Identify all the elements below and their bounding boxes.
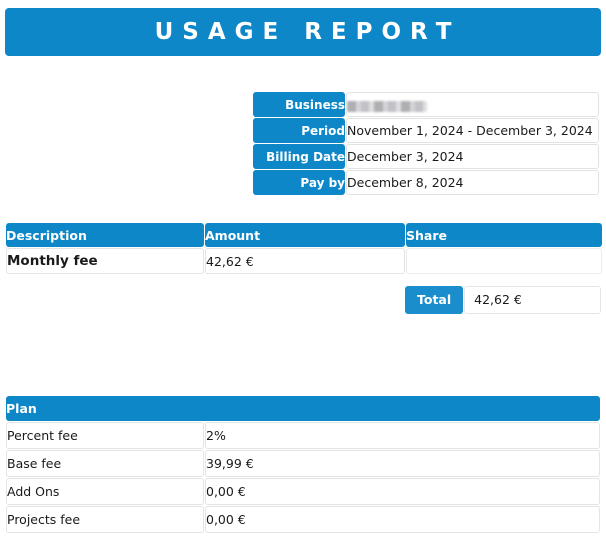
charges-total-row: Total 42,62 € xyxy=(405,286,601,314)
info-label-period: Period xyxy=(253,118,345,143)
plan-value-add-ons: 0,00 € xyxy=(205,478,600,505)
charges-cell-amount: 42,62 € xyxy=(205,248,405,274)
usage-report-page: USAGE REPORT Business Period November 1,… xyxy=(0,0,606,542)
charges-cell-share xyxy=(406,248,602,274)
info-row-billing-date: Billing Date December 3, 2024 xyxy=(253,144,599,169)
info-value-billing-date: December 3, 2024 xyxy=(346,144,599,169)
plan-label-add-ons: Add Ons xyxy=(6,478,204,505)
info-label-pay-by: Pay by xyxy=(253,170,345,195)
charges-header-share: Share xyxy=(406,223,602,247)
plan-table: Plan Percent fee 2% Base fee 39,99 € Add… xyxy=(5,395,601,534)
table-row: Projects fee 0,00 € xyxy=(6,506,600,533)
info-label-billing-date: Billing Date xyxy=(253,144,345,169)
plan-value-base-fee: 39,99 € xyxy=(205,450,600,477)
info-row-pay-by: Pay by December 8, 2024 xyxy=(253,170,599,195)
plan-label-percent-fee: Percent fee xyxy=(6,422,204,449)
charges-header-row: Description Amount Share xyxy=(6,223,602,247)
total-value: 42,62 € xyxy=(464,286,601,314)
plan-label-base-fee: Base fee xyxy=(6,450,204,477)
info-value-business xyxy=(346,92,599,117)
table-row: Base fee 39,99 € xyxy=(6,450,600,477)
total-label: Total xyxy=(405,286,463,314)
plan-value-percent-fee: 2% xyxy=(205,422,600,449)
table-row: Add Ons 0,00 € xyxy=(6,478,600,505)
charges-cell-description: Monthly fee xyxy=(6,248,204,274)
info-row-business: Business xyxy=(253,92,599,117)
info-label-business: Business xyxy=(253,92,345,117)
table-row: Monthly fee 42,62 € xyxy=(6,248,602,274)
plan-header-row: Plan xyxy=(6,396,600,421)
report-title-banner: USAGE REPORT xyxy=(5,8,601,56)
plan-label-projects-fee: Projects fee xyxy=(6,506,204,533)
charges-header-description: Description xyxy=(6,223,204,247)
charges-table: Description Amount Share Monthly fee 42,… xyxy=(5,222,603,275)
report-info-table: Business Period November 1, 2024 - Decem… xyxy=(252,91,600,196)
info-row-period: Period November 1, 2024 - December 3, 20… xyxy=(253,118,599,143)
plan-value-projects-fee: 0,00 € xyxy=(205,506,600,533)
table-row: Percent fee 2% xyxy=(6,422,600,449)
info-value-period: November 1, 2024 - December 3, 2024 xyxy=(346,118,599,143)
info-value-pay-by: December 8, 2024 xyxy=(346,170,599,195)
redacted-business-name xyxy=(347,101,427,112)
page-title: USAGE REPORT xyxy=(146,19,461,45)
charges-header-amount: Amount xyxy=(205,223,405,247)
plan-header-title: Plan xyxy=(6,396,600,421)
